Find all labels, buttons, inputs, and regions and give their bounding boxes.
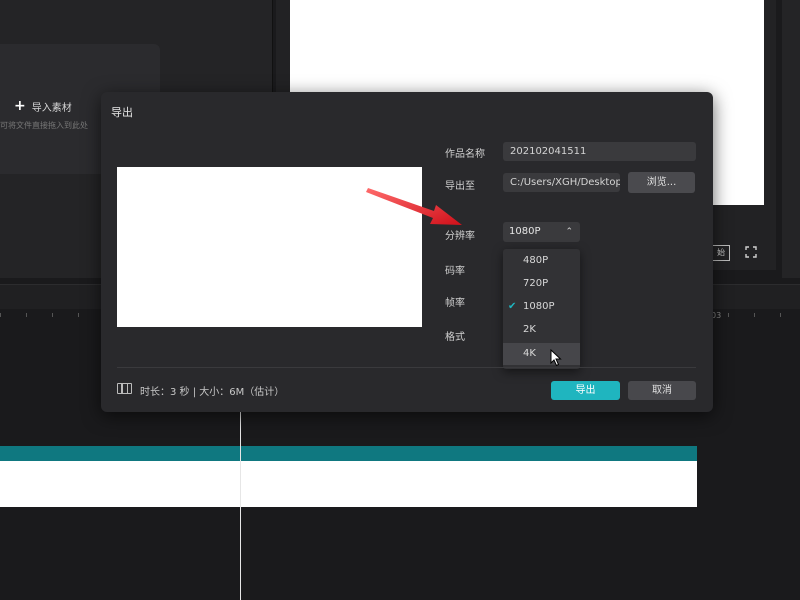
plus-icon: + — [14, 98, 26, 114]
properties-panel — [782, 0, 800, 278]
browse-button[interactable]: 浏览... — [628, 172, 695, 193]
framerate-label: 帧率 — [445, 294, 465, 309]
format-label: 格式 — [445, 328, 465, 343]
chevron-up-icon: ⌃ — [565, 222, 573, 242]
dialog-title: 导出 — [111, 104, 133, 120]
name-label: 作品名称 — [445, 145, 485, 160]
dialog-divider — [117, 367, 696, 368]
name-field[interactable]: 202102041511 — [503, 142, 696, 161]
resolution-option-480p[interactable]: 480P — [503, 250, 580, 272]
resolution-select[interactable]: 1080P ⌃ — [503, 222, 580, 242]
export-button[interactable]: 导出 — [551, 381, 620, 400]
playhead[interactable] — [240, 412, 241, 600]
path-field[interactable]: C:/Users/XGH/Desktop — [503, 173, 620, 192]
fullscreen-icon[interactable] — [745, 246, 757, 258]
annotation-arrow-icon — [364, 185, 464, 233]
export-info: 时长：3 秒 | 大小：6M（估计） — [140, 383, 284, 398]
resolution-value: 1080P — [509, 226, 540, 237]
cancel-button[interactable]: 取消 — [628, 381, 696, 400]
bitrate-label: 码率 — [445, 262, 465, 277]
resolution-dropdown: 480P 720P ✔ 1080P 2K 4K — [503, 249, 580, 369]
resolution-option-720p[interactable]: 720P — [503, 273, 580, 295]
resolution-option-1080p[interactable]: ✔ 1080P — [503, 296, 580, 318]
import-media-label: 导入素材 — [32, 99, 72, 114]
video-track-header[interactable] — [0, 446, 697, 461]
ratio-start-icon[interactable]: 始 — [712, 245, 730, 261]
video-clip[interactable] — [0, 461, 697, 507]
resolution-option-2k[interactable]: 2K — [503, 319, 580, 341]
check-icon: ✔ — [508, 296, 516, 318]
import-media-button[interactable]: + 导入素材 — [14, 98, 72, 114]
resolution-option-4k[interactable]: 4K — [503, 343, 580, 365]
mouse-cursor-icon — [550, 349, 562, 370]
film-icon — [117, 383, 132, 394]
import-hint-text: 可将文件直接拖入到此处 — [0, 120, 88, 131]
